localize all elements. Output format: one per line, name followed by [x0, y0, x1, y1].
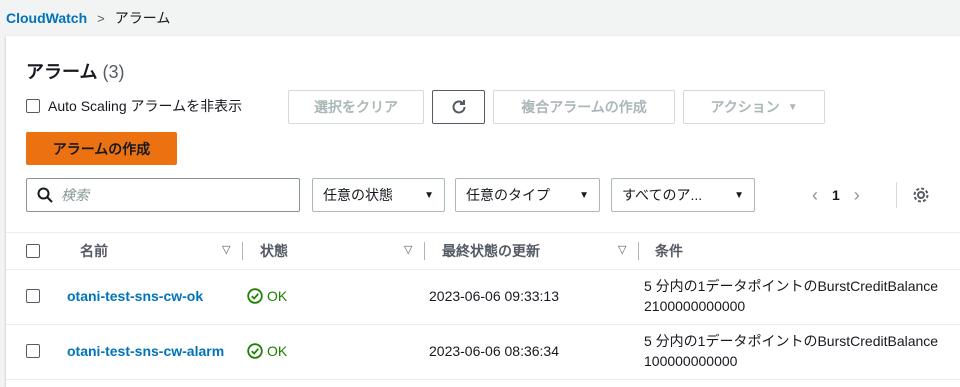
alarm-count: (3) — [102, 62, 125, 82]
last-updated: 2023-06-06 09:33:13 — [429, 288, 559, 304]
sort-icon[interactable]: ▽ — [404, 243, 412, 256]
column-divider — [424, 242, 425, 260]
column-name[interactable]: 名前 — [80, 233, 108, 269]
search-icon — [37, 187, 53, 203]
caret-down-icon: ▼ — [579, 189, 589, 201]
actions-dropdown[interactable]: アクション ▼ — [683, 90, 825, 124]
actions-label: アクション — [710, 99, 780, 115]
sort-icon[interactable]: ▽ — [222, 243, 230, 256]
status-badge: OK — [247, 288, 287, 304]
row-checkbox[interactable] — [26, 289, 40, 303]
pagination: ‹ 1 › — [812, 178, 860, 212]
type-filter-select[interactable]: 任意のタイプ ▼ — [455, 178, 600, 212]
create-composite-alarm-button[interactable]: 複合アラームの作成 — [493, 90, 675, 124]
last-updated: 2023-06-06 08:36:34 — [429, 343, 559, 359]
state-filter-label: 任意の状態 — [323, 187, 393, 203]
conditions: 5 分内の1データポイントのBurstCreditBalance 2100000… — [644, 278, 939, 314]
actions-filter-label: すべてのア... — [622, 187, 703, 203]
search-input-wrapper[interactable] — [26, 178, 300, 212]
select-all-checkbox[interactable] — [26, 244, 40, 258]
actions-filter-select[interactable]: すべてのア... ▼ — [611, 178, 755, 212]
divider — [896, 182, 897, 208]
title-text: アラーム — [26, 62, 98, 82]
gear-icon[interactable] — [912, 186, 930, 204]
create-alarm-button[interactable]: アラームの作成 — [26, 132, 177, 165]
breadcrumb-separator: > — [97, 10, 105, 26]
column-divider — [638, 242, 639, 260]
caret-down-icon: ▼ — [787, 101, 798, 113]
state-filter-select[interactable]: 任意の状態 ▼ — [312, 178, 445, 212]
table-header: 名前 ▽ 状態 ▽ 最終状態の更新 ▽ 条件 — [6, 232, 960, 270]
breadcrumb-cloudwatch-link[interactable]: CloudWatch — [6, 10, 87, 26]
status-badge: OK — [247, 343, 287, 359]
check-circle-icon — [247, 343, 263, 359]
row-checkbox[interactable] — [26, 344, 40, 358]
hide-asg-checkbox[interactable] — [26, 99, 40, 113]
column-divider — [242, 242, 243, 260]
column-state[interactable]: 状態 — [260, 233, 288, 269]
alarm-name-link[interactable]: otani-test-sns-cw-ok — [67, 288, 203, 304]
breadcrumb: CloudWatch > アラーム — [6, 8, 170, 28]
page-title: アラーム (3) — [26, 58, 124, 84]
type-filter-label: 任意のタイプ — [466, 187, 550, 203]
alarms-panel: アラーム (3) Auto Scaling アラームを非表示 選択をクリア 複合… — [6, 36, 960, 387]
table-row[interactable]: otani-test-sns-cw-alarm OK 2023-06-06 08… — [6, 325, 960, 380]
next-page-icon[interactable]: › — [854, 185, 860, 206]
page-number[interactable]: 1 — [832, 187, 840, 203]
refresh-icon — [452, 100, 465, 114]
column-conditions: 条件 — [655, 243, 683, 259]
composite-label: 複合アラームの作成 — [521, 99, 647, 115]
sort-icon[interactable]: ▽ — [618, 243, 626, 256]
conditions: 5 分内の1データポイントのBurstCreditBalance 1000000… — [644, 333, 939, 369]
alarm-name-link[interactable]: otani-test-sns-cw-alarm — [67, 343, 224, 359]
clear-selection-label: 選択をクリア — [314, 99, 398, 115]
create-alarm-label: アラームの作成 — [52, 140, 151, 157]
caret-down-icon: ▼ — [424, 189, 434, 201]
column-last-updated[interactable]: 最終状態の更新 — [442, 233, 540, 269]
caret-down-icon: ▼ — [734, 189, 744, 201]
check-circle-icon — [247, 288, 263, 304]
breadcrumb-current: アラーム — [114, 10, 171, 26]
clear-selection-button[interactable]: 選択をクリア — [288, 90, 424, 124]
table-row[interactable]: otani-test-sns-cw-ok OK 2023-06-06 09:33… — [6, 270, 960, 325]
hide-asg-label: Auto Scaling アラームを非表示 — [48, 98, 243, 114]
prev-page-icon[interactable]: ‹ — [812, 185, 818, 206]
refresh-button[interactable] — [432, 90, 485, 124]
search-input[interactable] — [61, 187, 281, 203]
